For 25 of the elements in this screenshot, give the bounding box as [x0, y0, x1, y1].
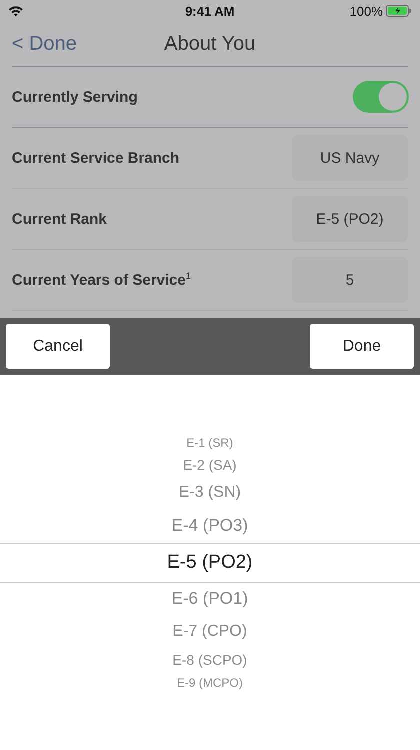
value-button[interactable]: 5	[292, 257, 408, 303]
status-time: 9:41 AM	[184, 4, 236, 18]
picker-option[interactable]: E-2 (SA)	[183, 452, 237, 478]
picker-option[interactable]: E-4 (PO3)	[172, 508, 248, 544]
picker-option[interactable]: E-1 (SR)	[186, 432, 234, 452]
battery-percent: 100%	[350, 4, 383, 18]
row-label: Current Years of Service$^{1}$	[12, 271, 191, 289]
row-label: Current Rank	[12, 210, 108, 228]
toggle-switch[interactable]	[353, 81, 409, 113]
row-label: Current Service Branch	[12, 150, 180, 166]
value-button[interactable]: US Navy	[292, 135, 408, 181]
back-button[interactable]: < Done	[12, 32, 78, 56]
cancel-button[interactable]: Cancel	[6, 324, 110, 369]
picker-option[interactable]: E-3 (SN)	[178, 478, 242, 508]
picker-option[interactable]: E-6 (PO1)	[172, 582, 248, 616]
picker-option[interactable]: E-8 (SCPO)	[172, 648, 248, 672]
value-button[interactable]: E-5 (PO2)	[292, 196, 408, 242]
wifi-icon	[8, 5, 24, 17]
picker-option[interactable]: E-5 (PO2)	[167, 544, 253, 582]
screen-title: About You	[163, 32, 257, 56]
picker-option[interactable]: E-9 (MCPO)	[177, 672, 243, 692]
battery-icon	[386, 5, 412, 17]
done-button[interactable]: Done	[310, 324, 414, 369]
picker-option[interactable]: E-7 (CPO)	[172, 616, 248, 648]
row-label: Currently Serving	[12, 88, 138, 106]
